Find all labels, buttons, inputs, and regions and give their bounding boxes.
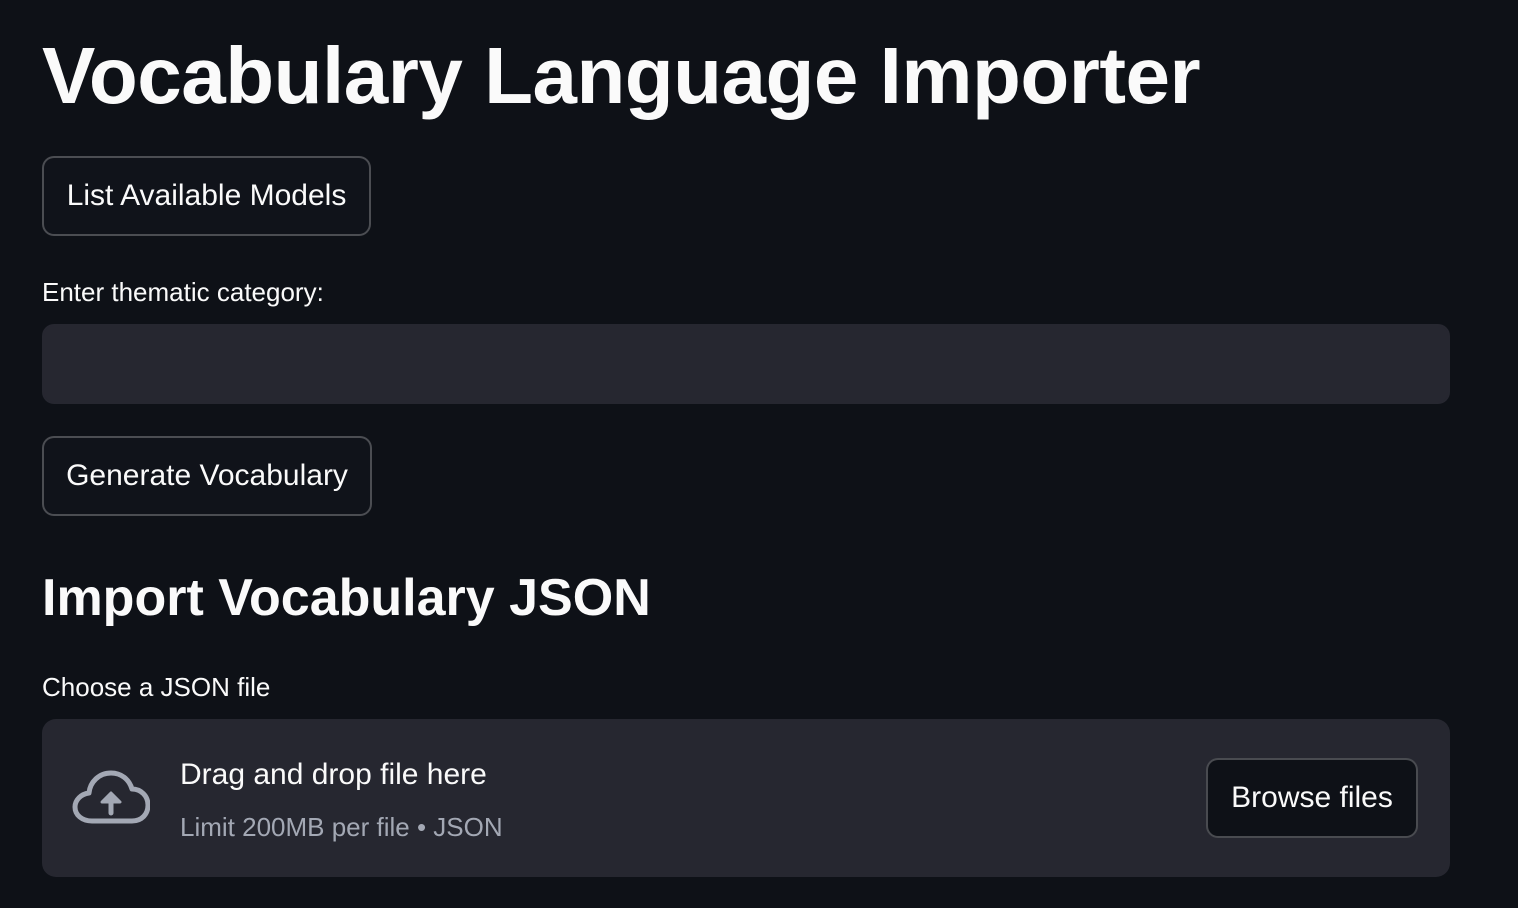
file-uploader-label: Choose a JSON file bbox=[42, 672, 271, 702]
cloud-upload-icon bbox=[72, 770, 150, 824]
import-section-heading: Import Vocabulary JSON bbox=[42, 569, 651, 627]
dropzone-instruction: Drag and drop file here bbox=[180, 758, 487, 791]
generate-vocabulary-button[interactable]: Generate Vocabulary bbox=[42, 436, 372, 516]
dropzone-limit-text: Limit 200MB per file • JSON bbox=[180, 812, 503, 842]
category-input[interactable] bbox=[42, 324, 1450, 404]
page-title: Vocabulary Language Importer bbox=[42, 31, 1201, 120]
file-dropzone[interactable]: Drag and drop file here Limit 200MB per … bbox=[42, 719, 1450, 877]
category-label: Enter thematic category: bbox=[42, 277, 324, 307]
app-page: Vocabulary Language Importer List Availa… bbox=[0, 0, 1518, 908]
browse-files-button[interactable]: Browse files bbox=[1206, 758, 1418, 838]
list-available-models-button[interactable]: List Available Models bbox=[42, 156, 371, 236]
